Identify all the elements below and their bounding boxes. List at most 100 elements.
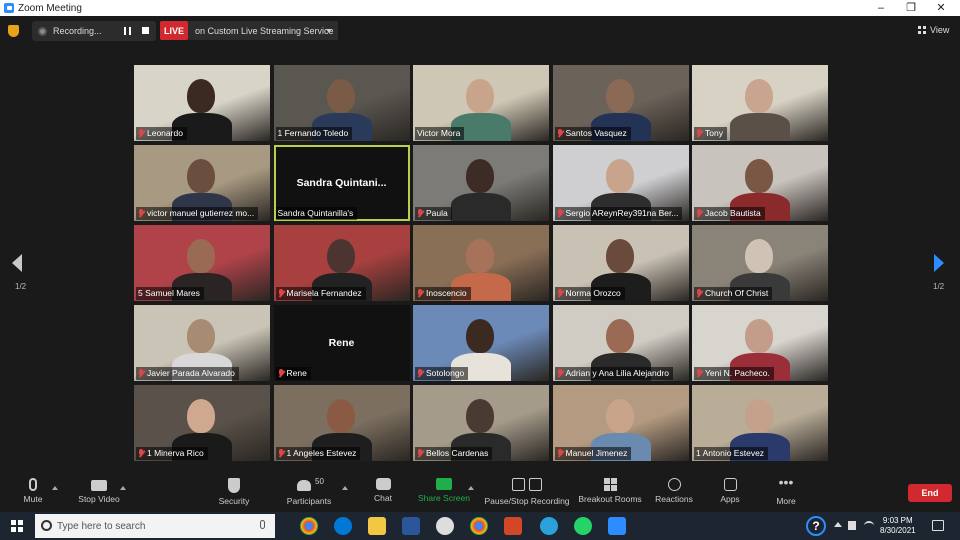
participant-tile[interactable]: Leonardo xyxy=(134,65,270,141)
participant-tile[interactable]: Yeni N. Pacheco. xyxy=(692,305,828,381)
chat-button[interactable]: Chat xyxy=(368,478,398,512)
edge-icon[interactable] xyxy=(334,517,352,535)
apps-button[interactable]: Apps xyxy=(714,478,746,512)
live-stream-dropdown[interactable]: on Custom Live Streaming Service xyxy=(188,21,338,40)
wifi-icon[interactable] xyxy=(864,521,874,530)
mute-options-chevron-icon[interactable] xyxy=(52,486,58,490)
participant-tile[interactable]: Manuel Jimenez xyxy=(552,385,689,461)
participant-tile[interactable]: Victor Mora xyxy=(413,65,549,141)
breakout-rooms-button[interactable]: Breakout Rooms xyxy=(578,478,642,512)
participant-face xyxy=(187,319,215,353)
tray-chevron-up-icon[interactable] xyxy=(834,522,842,527)
participants-button[interactable]: 50 Participants xyxy=(284,477,334,512)
restore-button[interactable]: ❐ xyxy=(896,0,926,16)
participant-tile[interactable]: 1 Minerva Rico xyxy=(134,385,270,461)
participant-name-label: 1 Fernando Toledo xyxy=(275,127,353,140)
file-explorer-icon[interactable] xyxy=(368,517,386,535)
participant-name-label: Sotolongo xyxy=(415,367,469,380)
reactions-button[interactable]: Reactions xyxy=(652,478,696,512)
participant-face xyxy=(187,79,215,113)
help-icon[interactable]: ? xyxy=(806,516,826,536)
participant-name: Norma Orozco xyxy=(565,288,621,298)
participant-tile[interactable]: 1 Fernando Toledo xyxy=(273,65,410,141)
participants-options-chevron-icon[interactable] xyxy=(342,486,348,490)
participant-name-label: Church Of Christ xyxy=(694,287,773,300)
pause-icon xyxy=(512,478,525,491)
participant-tile[interactable]: Sotolongo xyxy=(413,305,549,381)
participant-tile[interactable]: 1 Antonio Estevez xyxy=(692,385,828,461)
security-button[interactable]: Security xyxy=(214,478,254,512)
participant-tile[interactable]: Bellos Cardenas xyxy=(413,385,549,461)
muted-microphone-icon xyxy=(696,369,702,378)
participant-tile[interactable]: Sandra Quintani... Sandra Quintanilla's xyxy=(273,145,410,221)
pause-stop-recording-button[interactable]: Pause/Stop Recording xyxy=(484,478,570,512)
participant-tile[interactable]: Adrian y Ana Lilia Alejandro xyxy=(552,305,689,381)
windows-start-icon[interactable] xyxy=(11,520,23,532)
participant-name-label: Jacob Bautista xyxy=(694,207,765,220)
share-options-chevron-icon[interactable] xyxy=(468,486,474,490)
recording-label: Recording... xyxy=(53,26,102,36)
zoom-taskbar-icon[interactable] xyxy=(608,517,626,535)
video-gallery: Leonardo 1 Fernando Toledo Victor Mora Sant… xyxy=(134,65,828,463)
share-screen-button[interactable]: Share Screen xyxy=(416,478,472,512)
powerpoint-icon[interactable] xyxy=(504,517,522,535)
mute-button[interactable]: Mute xyxy=(16,478,50,512)
participant-tile[interactable]: Javier Parada Alvarado xyxy=(134,305,270,381)
previous-page-arrow-icon[interactable] xyxy=(12,254,22,272)
muted-microphone-icon xyxy=(557,369,563,378)
participant-name-label: Leonardo xyxy=(136,127,187,140)
close-window-button[interactable]: ✕ xyxy=(926,0,956,16)
stop-recording-icon[interactable] xyxy=(142,27,149,34)
chrome-second-icon[interactable] xyxy=(470,517,488,535)
participant-face xyxy=(605,159,634,193)
participant-tile[interactable]: Rene Rene xyxy=(273,305,410,381)
window-title: Zoom Meeting xyxy=(18,2,82,14)
view-button[interactable]: View xyxy=(918,25,949,35)
end-meeting-button[interactable]: End xyxy=(908,484,952,502)
participant-face xyxy=(745,79,773,113)
apps-icon xyxy=(723,478,737,491)
whatsapp-icon[interactable] xyxy=(574,517,592,535)
participant-tile[interactable]: 1 Angeles Estevez xyxy=(273,385,410,461)
window-titlebar: Zoom Meeting xyxy=(0,0,960,16)
participant-name-label: Yeni N. Pacheco. xyxy=(694,367,774,380)
participant-name: Javier Parada Alvarado xyxy=(147,368,235,378)
minimize-button[interactable]: – xyxy=(866,0,896,16)
participant-name-label: Manuel Jimenez xyxy=(554,447,632,460)
notifications-icon[interactable] xyxy=(932,520,944,531)
voice-search-icon[interactable] xyxy=(260,520,265,529)
muted-microphone-icon xyxy=(557,129,563,138)
muted-microphone-icon xyxy=(278,449,284,458)
participant-name: Victor Mora xyxy=(417,128,461,138)
muted-microphone-icon xyxy=(696,129,702,138)
participant-tile[interactable]: Tony xyxy=(692,65,828,141)
video-options-chevron-icon[interactable] xyxy=(120,486,126,490)
chrome-icon[interactable] xyxy=(300,517,318,535)
participant-tile[interactable]: Sergio AReynRey391na Ber... xyxy=(552,145,689,221)
next-page-arrow-icon[interactable] xyxy=(934,254,944,272)
chrome-profile-icon[interactable] xyxy=(436,517,454,535)
volume-icon[interactable] xyxy=(848,521,856,530)
meeting-topbar: Recording... LIVE on Custom Live Streami… xyxy=(0,16,960,46)
participant-tile[interactable]: Church Of Christ xyxy=(692,225,828,301)
participant-tile[interactable]: Santos Vasquez xyxy=(552,65,689,141)
participant-tile[interactable]: Paula xyxy=(413,145,549,221)
clock-date: 8/30/2021 xyxy=(880,526,916,535)
participant-face xyxy=(326,79,355,113)
participant-tile[interactable]: Norma Orozco xyxy=(552,225,689,301)
word-icon[interactable] xyxy=(402,517,420,535)
more-button[interactable]: ••• More xyxy=(770,475,802,512)
participant-tile[interactable]: Jacob Bautista xyxy=(692,145,828,221)
taskbar-clock[interactable]: 9:03 PM 8/30/2021 xyxy=(880,516,916,536)
taskbar-search-input[interactable]: Type here to search xyxy=(35,514,275,538)
participant-name-label: 5 Samuel Mares xyxy=(136,287,204,300)
participant-tile[interactable]: Inoscencio xyxy=(413,225,549,301)
pause-recording-icon[interactable] xyxy=(124,27,131,35)
participant-tile[interactable]: Marisela Fernandez xyxy=(273,225,410,301)
stop-video-button[interactable]: Stop Video xyxy=(74,478,124,512)
participant-tile[interactable]: victor manuel gutierrez mo... xyxy=(134,145,270,221)
participant-face xyxy=(466,239,494,273)
encryption-shield-icon[interactable] xyxy=(8,25,19,37)
telegram-icon[interactable] xyxy=(540,517,558,535)
participant-tile[interactable]: 5 Samuel Mares xyxy=(134,225,270,301)
